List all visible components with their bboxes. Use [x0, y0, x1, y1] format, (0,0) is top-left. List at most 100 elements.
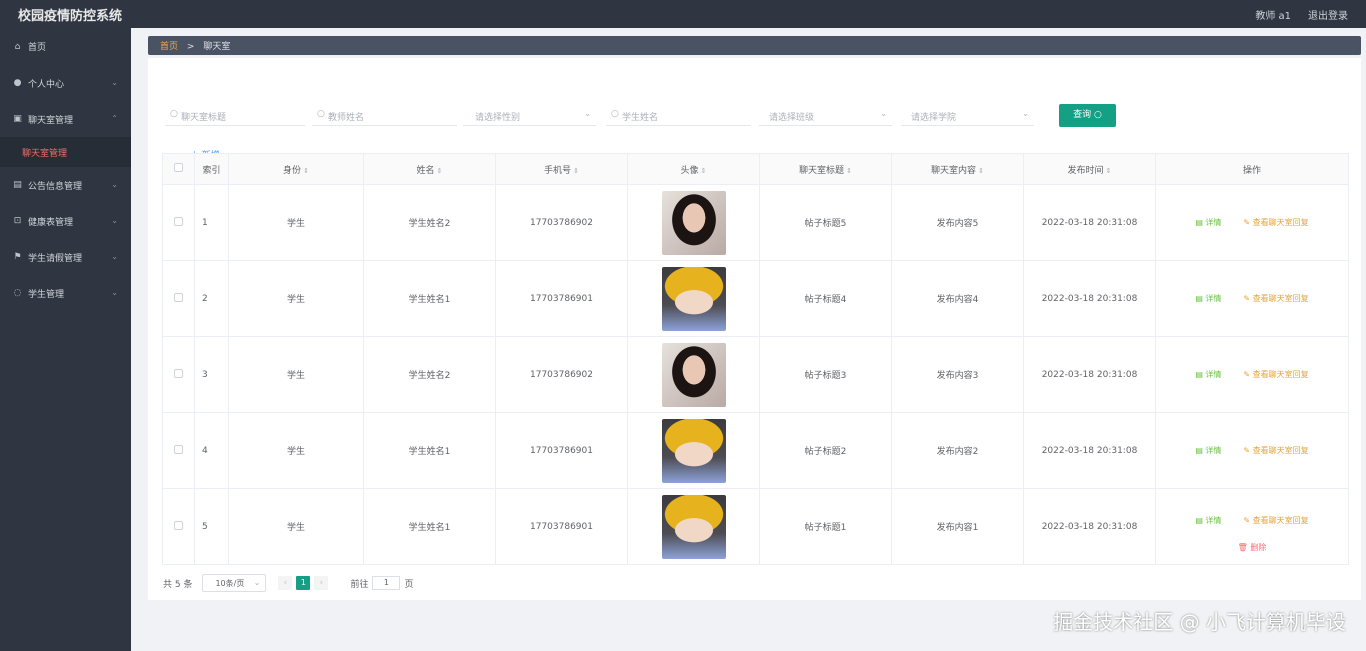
view-replies-button[interactable]: ✎ 查看聊天室回复: [1243, 294, 1308, 303]
sidebar-item-leave[interactable]: ⚑ 学生请假管理 ⌄: [0, 239, 131, 275]
chevron-down-icon: ⌄: [584, 109, 591, 118]
row-title: 帖子标题5: [759, 184, 892, 261]
column-header-actions: 操作: [1155, 153, 1349, 185]
row-role: 学生: [228, 412, 364, 489]
teacher-name-search-input[interactable]: ○ 教师姓名: [312, 104, 457, 126]
sort-icon: ⇕: [436, 166, 443, 175]
row-content: 发布内容5: [891, 184, 1024, 261]
view-replies-button[interactable]: ✎ 查看聊天室回复: [1243, 370, 1308, 379]
row-actions: ▤ 详情 ✎ 查看聊天室回复 🗑 删除: [1155, 488, 1349, 565]
prev-page-button[interactable]: ‹: [278, 576, 293, 590]
chevron-up-icon: ⌃: [111, 114, 118, 123]
column-header-time[interactable]: 发布时间 ⇕: [1023, 153, 1156, 185]
delete-button[interactable]: 🗑 删除: [1156, 542, 1348, 553]
row-time: 2022-03-18 20:31:08: [1023, 336, 1156, 413]
sidebar-item-label: 首页: [28, 43, 47, 53]
query-button[interactable]: 查询 ○: [1059, 104, 1116, 127]
row-name: 学生姓名1: [363, 488, 496, 565]
view-replies-button[interactable]: ✎ 查看聊天室回复: [1243, 516, 1308, 525]
breadcrumb-home[interactable]: 首页: [160, 42, 178, 52]
sidebar-item-student[interactable]: ◌ 学生管理 ⌄: [0, 275, 131, 311]
row-content: 发布内容2: [891, 412, 1024, 489]
column-header-content[interactable]: 聊天室内容 ⇕: [891, 153, 1024, 185]
sidebar-item-notice[interactable]: ▤ 公告信息管理 ⌄: [0, 167, 131, 203]
row-name: 学生姓名2: [363, 184, 496, 261]
sidebar-item-label: 聊天室管理: [28, 115, 74, 126]
row-checkbox[interactable]: [162, 488, 195, 565]
row-checkbox[interactable]: [162, 412, 195, 489]
view-replies-button[interactable]: ✎ 查看聊天室回复: [1243, 446, 1308, 455]
college-select[interactable]: 请选择学院 ⌄: [901, 104, 1034, 126]
chat-title-search-input[interactable]: ○ 聊天室标题: [165, 104, 305, 126]
class-select[interactable]: 请选择班级 ⌄: [759, 104, 892, 126]
sidebar-item-label: 学生请假管理: [28, 253, 83, 264]
row-checkbox[interactable]: [162, 260, 195, 337]
sort-icon: ⇕: [303, 166, 309, 175]
sort-icon: ⇕: [978, 166, 984, 175]
logout-button[interactable]: 退出登录: [1308, 7, 1348, 22]
table-row: 2 学生 学生姓名1 17703786901 帖子标题4 发布内容4 2022-…: [162, 260, 1349, 337]
column-header-title[interactable]: 聊天室标题 ⇕: [759, 153, 892, 185]
chevron-down-icon: ⌄: [253, 578, 261, 587]
user-icon: ●: [13, 78, 22, 88]
row-title: 帖子标题3: [759, 336, 892, 413]
flag-icon: ⚑: [13, 252, 22, 262]
column-header-role[interactable]: 身份 ⇕: [228, 153, 364, 185]
sort-icon: ⇕: [573, 166, 579, 175]
select-all-checkbox[interactable]: [162, 153, 195, 185]
sidebar-item-label: 个人中心: [28, 79, 65, 90]
row-checkbox[interactable]: [162, 184, 195, 261]
detail-button[interactable]: ▤ 详情: [1195, 516, 1221, 525]
row-avatar-cell: [627, 260, 760, 337]
search-icon: ○: [611, 109, 619, 119]
sidebar-item-profile[interactable]: ● 个人中心 ⌄: [0, 65, 131, 101]
row-name: 学生姓名1: [363, 412, 496, 489]
row-avatar-cell: [627, 336, 760, 413]
next-page-button[interactable]: ›: [314, 576, 329, 590]
chevron-down-icon: ⌄: [111, 252, 118, 261]
column-header-avatar[interactable]: 头像 ⇕: [627, 153, 760, 185]
chevron-down-icon: ⌄: [111, 288, 118, 297]
row-index: 2: [194, 260, 229, 337]
sidebar-item-chatroom[interactable]: ▣ 聊天室管理 ⌃: [0, 101, 131, 137]
table-row: 1 学生 学生姓名2 17703786902 帖子标题5 发布内容5 2022-…: [162, 184, 1349, 261]
gender-select[interactable]: 请选择性别 ⌄: [463, 104, 596, 126]
page-size-select[interactable]: 10条/页 ⌄: [202, 574, 267, 592]
sidebar-item-home[interactable]: ⌂ 首页: [0, 28, 131, 65]
sidebar-item-label: 健康表管理: [28, 217, 74, 228]
row-checkbox[interactable]: [162, 336, 195, 413]
column-header-name[interactable]: 姓名 ⇕: [363, 153, 496, 185]
chevron-down-icon: ⌄: [1022, 109, 1029, 118]
sort-icon: ⇕: [846, 166, 852, 175]
avatar: [661, 266, 726, 331]
detail-button[interactable]: ▤ 详情: [1195, 370, 1221, 379]
row-index: 4: [194, 412, 229, 489]
goto-page-input[interactable]: 1: [372, 576, 401, 590]
watermark: 掘金技术社区 @ 小飞计算机毕设: [1053, 610, 1346, 634]
row-name: 学生姓名1: [363, 260, 496, 337]
row-index: 3: [194, 336, 229, 413]
student-name-search-input[interactable]: ○ 学生姓名: [606, 104, 751, 126]
avatar: [661, 494, 726, 559]
view-replies-button[interactable]: ✎ 查看聊天室回复: [1243, 218, 1308, 227]
search-icon: ○: [1094, 110, 1102, 120]
sidebar-subitem-chatroom[interactable]: 聊天室管理: [0, 137, 131, 167]
sidebar-item-health[interactable]: ⊡ 健康表管理 ⌄: [0, 203, 131, 239]
detail-button[interactable]: ▤ 详情: [1195, 446, 1221, 455]
detail-button[interactable]: ▤ 详情: [1195, 294, 1221, 303]
row-avatar-cell: [627, 184, 760, 261]
chatroom-table: 索引 身份 ⇕ 姓名 ⇕ 手机号 ⇕ 头像 ⇕ 聊天室标题 ⇕ 聊天室内容 ⇕ 发布时间 ⇕ …: [162, 153, 1349, 565]
page-number-button[interactable]: 1: [296, 576, 311, 590]
row-content: 发布内容1: [891, 488, 1024, 565]
row-time: 2022-03-18 20:31:08: [1023, 488, 1156, 565]
clock-icon: ◌: [13, 288, 22, 298]
chevron-down-icon: ⌄: [111, 180, 118, 189]
column-header-index: 索引: [194, 153, 229, 185]
row-role: 学生: [228, 184, 364, 261]
row-actions: ▤ 详情 ✎ 查看聊天室回复: [1155, 260, 1349, 337]
detail-button[interactable]: ▤ 详情: [1195, 218, 1221, 227]
table-row: 4 学生 学生姓名1 17703786901 帖子标题2 发布内容2 2022-…: [162, 412, 1349, 489]
table-row: 3 学生 学生姓名2 17703786902 帖子标题3 发布内容3 2022-…: [162, 336, 1349, 413]
sort-icon: ⇕: [1105, 166, 1112, 175]
column-header-phone[interactable]: 手机号 ⇕: [495, 153, 628, 185]
